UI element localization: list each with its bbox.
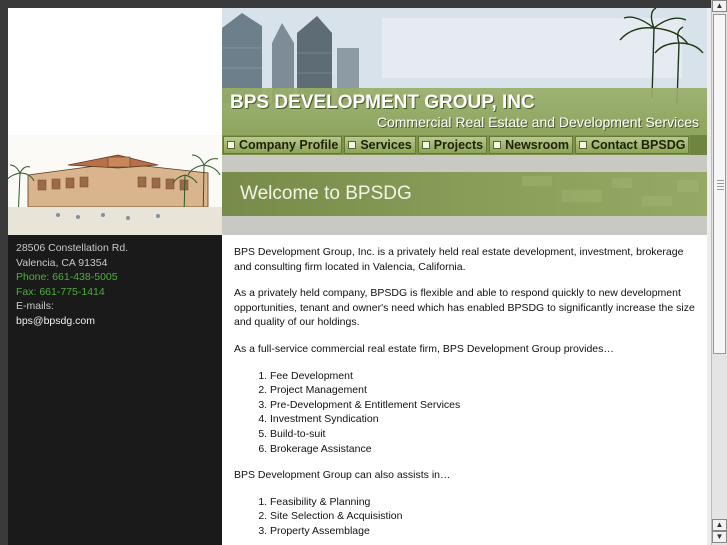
- company-paragraph: As a privately held company, BPSDG is fl…: [234, 287, 695, 329]
- scroll-up-arrow-icon-bottom[interactable]: ▲: [712, 519, 727, 531]
- contact-email-link[interactable]: bps@bpsdg.com: [16, 314, 214, 329]
- nav-projects-label: Projects: [433, 138, 484, 152]
- main-nav: Company Profile Services Projects Newsro…: [222, 135, 707, 155]
- site-subtitle: Commercial Real Estate and Development S…: [376, 114, 699, 130]
- list-item: Investment Syndication: [270, 412, 695, 427]
- services-intro: As a full-service commercial real estate…: [234, 342, 614, 355]
- list-item: Brokerage Assistance: [270, 442, 695, 457]
- main-content: BPS Development Group, Inc. is a private…: [222, 235, 707, 545]
- square-bullet-icon: [348, 141, 357, 149]
- list-item: Site Selection & Acquisistion: [270, 509, 695, 524]
- square-bullet-icon: [421, 141, 430, 149]
- square-bullet-icon: [579, 141, 588, 149]
- contact-emails-label: E-mails:: [16, 300, 54, 313]
- list-item: Pre-Development & Entitlement Services: [270, 398, 695, 413]
- grip-icon: [717, 180, 724, 190]
- window-frame-top: [0, 0, 727, 8]
- nav-services-label: Services: [360, 138, 412, 152]
- site-header-banner: BPS DEVELOPMENT GROUP, INC Commercial Re…: [222, 8, 707, 135]
- assists-intro: BPS Development Group can also assists i…: [234, 469, 451, 482]
- assists-list: Feasibility & Planning Site Selection & …: [234, 495, 695, 539]
- welcome-heading: Welcome to BPSDG: [240, 183, 412, 204]
- scroll-up-arrow-icon[interactable]: ▲: [712, 0, 727, 12]
- square-bullet-icon: [227, 141, 235, 149]
- nav-contact[interactable]: Contact BPSDG: [575, 136, 690, 154]
- left-header-blank: [8, 8, 222, 135]
- window-frame-left: [0, 0, 8, 545]
- nav-projects[interactable]: Projects: [417, 136, 488, 154]
- vertical-scrollbar[interactable]: ▲ ▲ ▼: [711, 0, 727, 545]
- building-sketch-illustration: [8, 135, 222, 235]
- scrollbar-thumb[interactable]: [713, 14, 726, 354]
- square-bullet-icon: [493, 141, 502, 149]
- services-list: Fee Development Project Management Pre-D…: [234, 369, 695, 457]
- list-item: Build-to-suit: [270, 427, 695, 442]
- nav-newsroom-label: Newsroom: [505, 138, 570, 152]
- nav-newsroom[interactable]: Newsroom: [489, 136, 574, 154]
- nav-spacer: [690, 135, 707, 155]
- intro-paragraph: BPS Development Group, Inc. is a private…: [234, 246, 684, 273]
- building-sketch-image: [8, 135, 222, 235]
- contact-panel: 28506 Constellation Rd. Valencia, CA 913…: [8, 235, 222, 545]
- site-title: BPS DEVELOPMENT GROUP, INC: [230, 92, 535, 113]
- list-item: Feasibility & Planning: [270, 495, 695, 510]
- nav-company-profile-label: Company Profile: [239, 138, 339, 152]
- contact-fax: Fax: 661-775-1414: [16, 285, 105, 298]
- nav-contact-label: Contact BPSDG: [591, 138, 686, 152]
- contact-phone: Phone: 661-438-5005: [16, 271, 118, 284]
- contact-address: 28506 Constellation Rd.: [16, 242, 129, 254]
- list-item: Fee Development: [270, 369, 695, 384]
- nav-company-profile[interactable]: Company Profile: [223, 136, 343, 154]
- list-item: Project Management: [270, 383, 695, 398]
- nav-services[interactable]: Services: [344, 136, 416, 154]
- list-item: Property Assemblage: [270, 524, 695, 539]
- contact-city: Valencia, CA 91354: [16, 256, 108, 269]
- scroll-down-arrow-icon[interactable]: ▼: [712, 531, 727, 543]
